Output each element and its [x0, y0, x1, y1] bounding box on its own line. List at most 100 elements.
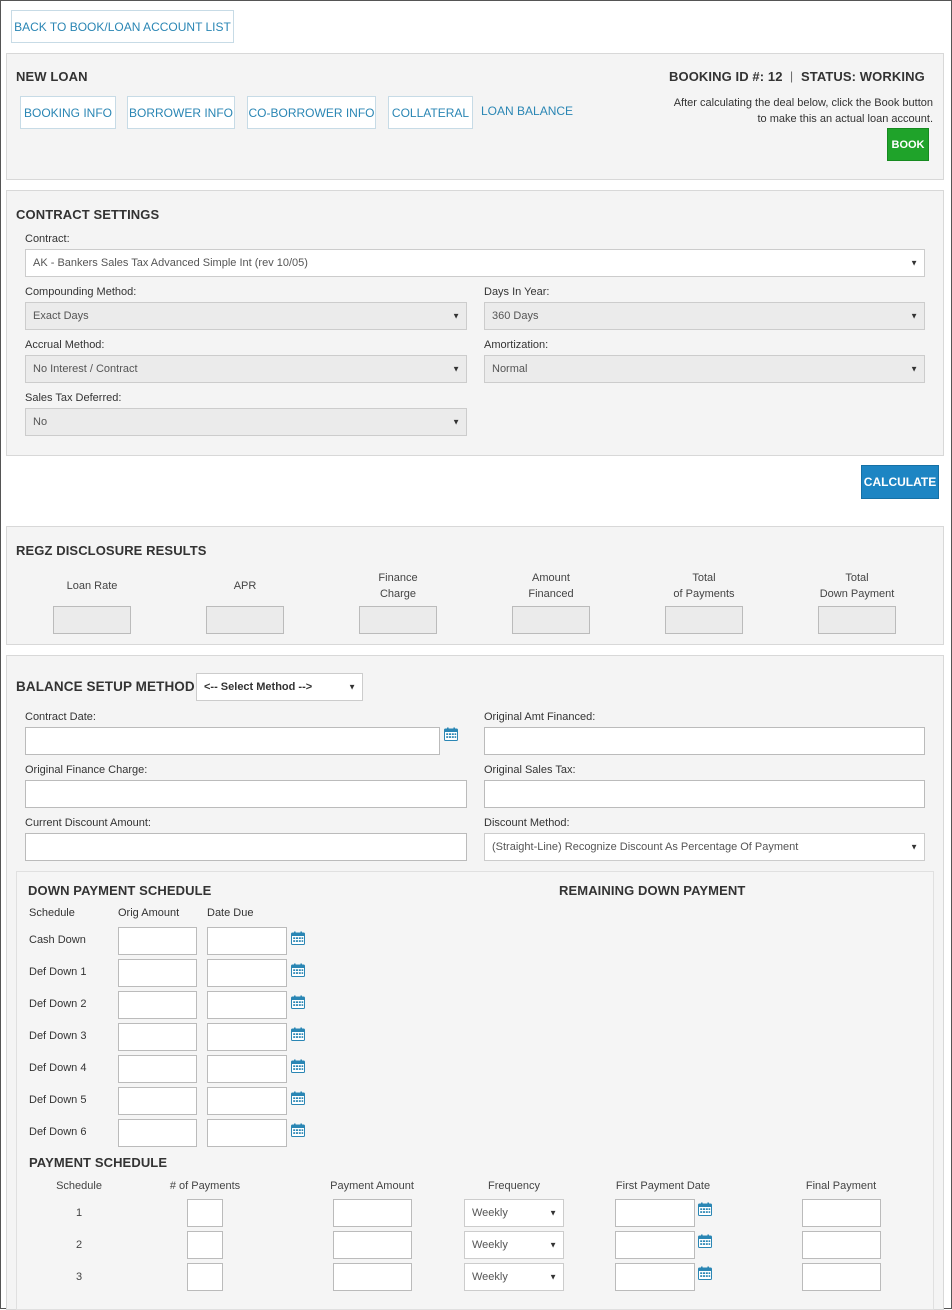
- ps-first-date-input[interactable]: [615, 1263, 695, 1291]
- ps-amount-input[interactable]: [333, 1263, 412, 1291]
- chevron-down-icon: ▼: [549, 1240, 557, 1250]
- dp-amount-input[interactable]: [118, 927, 197, 955]
- regz-result-field: [665, 606, 743, 634]
- contract-date-input[interactable]: [25, 727, 440, 755]
- accrual-select[interactable]: No Interest / Contract ▼: [25, 355, 467, 383]
- status-badge: STATUS: WORKING: [801, 69, 925, 84]
- tab-co-borrower-info[interactable]: CO-BORROWER INFO: [247, 96, 376, 129]
- dp-col-schedule: Schedule: [29, 907, 75, 919]
- ps-frequency-select[interactable]: Weekly ▼: [464, 1199, 564, 1227]
- dp-date-input[interactable]: [207, 1055, 287, 1083]
- tab-loan-balance[interactable]: LOAN BALANCE: [481, 104, 573, 118]
- compounding-label: Compounding Method:: [25, 286, 137, 298]
- calendar-icon[interactable]: [698, 1266, 712, 1280]
- compounding-value: Exact Days: [33, 310, 89, 322]
- ps-frequency-select[interactable]: Weekly ▼: [464, 1231, 564, 1259]
- calendar-icon[interactable]: [291, 995, 305, 1009]
- book-instructions: After calculating the deal below, click …: [674, 95, 933, 127]
- ps-col-schedule: Schedule: [56, 1180, 102, 1192]
- regz-result-field: [53, 606, 131, 634]
- contract-settings-title: CONTRACT SETTINGS: [16, 207, 160, 222]
- dp-amount-input[interactable]: [118, 1055, 197, 1083]
- book-button[interactable]: BOOK: [887, 128, 929, 161]
- calendar-icon[interactable]: [291, 1027, 305, 1041]
- ps-first-date-input[interactable]: [615, 1231, 695, 1259]
- calendar-icon[interactable]: [291, 931, 305, 945]
- days-in-year-select[interactable]: 360 Days ▼: [484, 302, 925, 330]
- calendar-icon[interactable]: [698, 1202, 712, 1216]
- tab-booking-info[interactable]: BOOKING INFO: [20, 96, 116, 129]
- calculate-button[interactable]: CALCULATE: [861, 465, 939, 499]
- remaining-down-payment-title: REMAINING DOWN PAYMENT: [559, 883, 746, 898]
- back-to-list-button[interactable]: BACK TO BOOK/LOAN ACCOUNT LIST: [11, 10, 234, 43]
- dp-row-label: Def Down 2: [29, 998, 87, 1010]
- chevron-down-icon: ▼: [910, 311, 918, 321]
- ps-row-number: 2: [75, 1239, 83, 1251]
- ps-first-date-input[interactable]: [615, 1199, 695, 1227]
- ps-num-payments-input[interactable]: [187, 1231, 223, 1259]
- dp-date-input[interactable]: [207, 959, 287, 987]
- regz-col-label-line: Charge: [379, 588, 417, 600]
- dp-amount-input[interactable]: [118, 1119, 197, 1147]
- days-in-year-label: Days In Year:: [484, 286, 550, 298]
- dp-date-input[interactable]: [207, 991, 287, 1019]
- discount-method-select[interactable]: (Straight-Line) Recognize Discount As Pe…: [484, 833, 925, 861]
- discount-method-value: (Straight-Line) Recognize Discount As Pe…: [492, 841, 799, 853]
- calendar-icon[interactable]: [698, 1234, 712, 1248]
- dp-amount-input[interactable]: [118, 1023, 197, 1051]
- ps-amount-input[interactable]: [333, 1199, 412, 1227]
- discount-amount-input[interactable]: [25, 833, 467, 861]
- ps-num-payments-input[interactable]: [187, 1199, 223, 1227]
- balance-method-select[interactable]: <-- Select Method --> ▼: [196, 673, 363, 701]
- sales-tax-label: Sales Tax Deferred:: [25, 392, 122, 404]
- ps-num-payments-input[interactable]: [187, 1263, 223, 1291]
- ps-final-payment-input[interactable]: [802, 1263, 881, 1291]
- regz-col-label-line: Down Payment: [819, 588, 895, 600]
- chevron-down-icon: ▼: [910, 364, 918, 374]
- regz-col-label-line: of Payments: [673, 588, 735, 600]
- regz-col-label: Loan Rate: [33, 578, 151, 594]
- booking-id: BOOKING ID #: 12: [669, 69, 783, 84]
- contract-select[interactable]: AK - Bankers Sales Tax Advanced Simple I…: [25, 249, 925, 277]
- regz-col-label-line: Total: [845, 572, 869, 584]
- ps-frequency-select[interactable]: Weekly ▼: [464, 1263, 564, 1291]
- dp-amount-input[interactable]: [118, 1087, 197, 1115]
- ps-amount-input[interactable]: [333, 1231, 412, 1259]
- calendar-icon[interactable]: [291, 963, 305, 977]
- calendar-icon[interactable]: [291, 1123, 305, 1137]
- dp-date-input[interactable]: [207, 927, 287, 955]
- days-in-year-value: 360 Days: [492, 310, 539, 322]
- sales-tax-select[interactable]: No ▼: [25, 408, 467, 436]
- ps-frequency-value: Weekly: [472, 1239, 508, 1251]
- calendar-icon[interactable]: [291, 1091, 305, 1105]
- dp-amount-input[interactable]: [118, 991, 197, 1019]
- regz-result-field: [359, 606, 437, 634]
- amortization-select[interactable]: Normal ▼: [484, 355, 925, 383]
- contract-date-label: Contract Date:: [25, 711, 96, 723]
- balance-method-value: <-- Select Method -->: [204, 681, 313, 693]
- dp-row-label: Def Down 4: [29, 1062, 87, 1074]
- orig-finance-charge-input[interactable]: [25, 780, 467, 808]
- calendar-icon[interactable]: [444, 727, 458, 741]
- accrual-label: Accrual Method:: [25, 339, 105, 351]
- orig-finance-charge-label: Original Finance Charge:: [25, 764, 148, 776]
- regz-col-label-line: Amount: [532, 572, 570, 584]
- tab-collateral[interactable]: COLLATERAL: [388, 96, 473, 129]
- dp-date-input[interactable]: [207, 1087, 287, 1115]
- ps-row-number: 3: [75, 1271, 83, 1283]
- chevron-down-icon: ▼: [452, 311, 460, 321]
- ps-final-payment-input[interactable]: [802, 1199, 881, 1227]
- dp-date-input[interactable]: [207, 1119, 287, 1147]
- compounding-select[interactable]: Exact Days ▼: [25, 302, 467, 330]
- regz-col-label: Amount Financed: [492, 570, 610, 602]
- ps-row-number: 1: [75, 1207, 83, 1219]
- calendar-icon[interactable]: [291, 1059, 305, 1073]
- ps-final-payment-input[interactable]: [802, 1231, 881, 1259]
- orig-amt-financed-input[interactable]: [484, 727, 925, 755]
- orig-sales-tax-input[interactable]: [484, 780, 925, 808]
- dp-amount-input[interactable]: [118, 959, 197, 987]
- header-separator: |: [790, 69, 794, 83]
- dp-date-input[interactable]: [207, 1023, 287, 1051]
- book-instructions-line2: to make this an actual loan account.: [757, 113, 934, 125]
- tab-borrower-info[interactable]: BORROWER INFO: [127, 96, 235, 129]
